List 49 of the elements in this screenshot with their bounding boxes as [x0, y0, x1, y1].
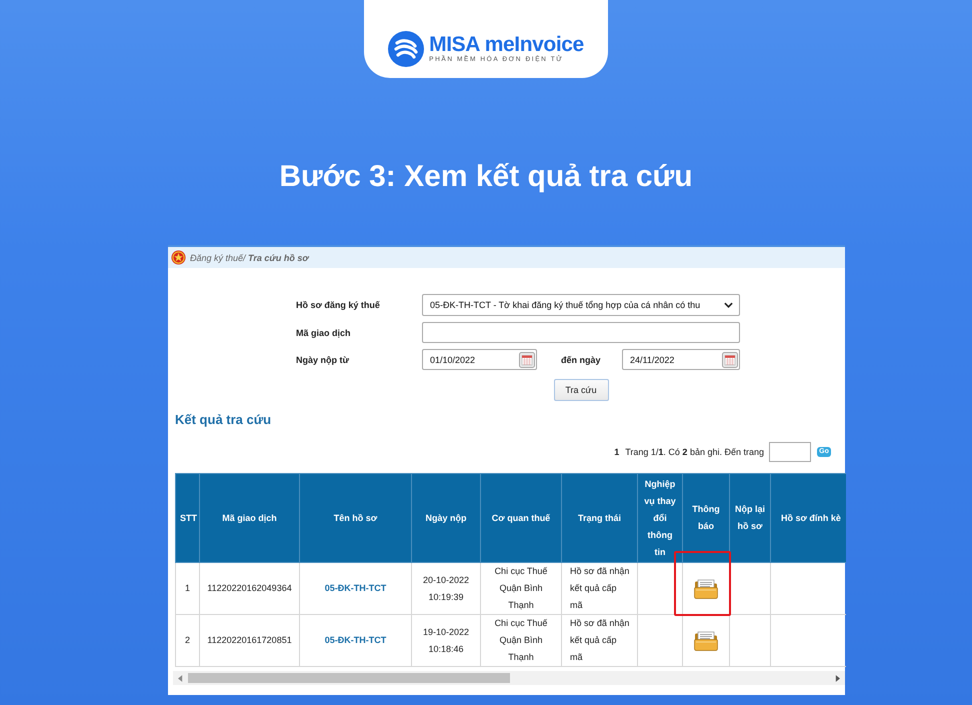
column-header: Hồ sơ đính kè	[770, 474, 846, 562]
column-header: Nghiệp vụ thay đổi thông tin	[638, 474, 682, 562]
chevron-down-icon	[724, 302, 733, 308]
table-cell: Chi cục Thuế Quận Bình Thạnh	[480, 614, 562, 666]
table-cell: Hồ sơ đã nhận kết quả cấp mã	[562, 562, 638, 614]
scrollbar-thumb[interactable]	[188, 673, 510, 683]
column-header: Mã giao dịch	[200, 474, 300, 562]
field-label: Mã giao dịch	[296, 328, 351, 338]
column-header: Trạng thái	[562, 474, 638, 562]
table-cell: 1	[176, 562, 200, 614]
form-name-link[interactable]: 05-ĐK-TH-TCT	[324, 635, 386, 645]
folder-document-icon[interactable]	[694, 630, 718, 650]
table-cell: Hồ sơ đã nhận kết quả cấp mã	[562, 614, 638, 666]
column-header: Thông báo	[682, 474, 730, 562]
scroll-left-icon[interactable]	[178, 674, 183, 682]
calendar-icon[interactable]	[722, 352, 738, 368]
table-cell: 11220220162049364	[200, 562, 300, 614]
form-name-link[interactable]: 05-ĐK-TH-TCT	[324, 583, 386, 593]
calendar-icon[interactable]	[519, 352, 535, 368]
emblem-icon	[171, 250, 186, 265]
field-label: Hồ sơ đăng ký thuế	[296, 300, 380, 310]
column-header: Nộp lại hồ sơ	[730, 474, 770, 562]
logo-icon	[388, 31, 424, 67]
column-header: Tên hồ sơ	[300, 474, 412, 562]
column-header: Ngày nộp	[412, 474, 480, 562]
table-cell: 20-10-2022 10:19:39	[412, 562, 480, 614]
search-button[interactable]: Tra cứu	[554, 379, 608, 401]
breadcrumb: Đăng ký thuế/ Tra cứu hồ sơ	[190, 252, 308, 262]
scroll-right-icon[interactable]	[835, 674, 840, 682]
column-header: STT	[176, 474, 200, 562]
table-cell: Chi cục Thuế Quận Bình Thạnh	[480, 562, 562, 614]
step-heading: Bước 3: Xem kết quả tra cứu	[279, 159, 693, 195]
date-field[interactable]: 01/10/2022	[422, 349, 537, 370]
column-header: Cơ quan thuế	[480, 474, 562, 562]
results-title: Kết quả tra cứu	[175, 412, 272, 428]
pager-summary: Trang 1/1. Có 2 bản ghi. Đến trang	[625, 447, 764, 457]
table-cell: 19-10-2022 10:18:46	[412, 614, 480, 666]
page-number: 1	[614, 447, 620, 457]
page-input-field[interactable]	[769, 442, 811, 462]
field-label: Ngày nộp từ	[296, 354, 350, 364]
table-cell: 11220220161720851	[200, 614, 300, 666]
input-field[interactable]	[422, 322, 740, 343]
horizontal-scrollbar[interactable]	[173, 671, 845, 685]
field-label: đến ngày	[561, 354, 601, 364]
table-cell: 2	[176, 614, 200, 666]
date-field[interactable]: 24/11/2022	[622, 349, 740, 370]
folder-document-icon[interactable]	[694, 578, 718, 598]
select-field[interactable]: 05-ĐK-TH-TCT - Tờ khai đăng ký thuế tổng hợp của cá nhân có thu	[422, 294, 740, 316]
brand-name: MISA meInvoice	[429, 34, 584, 56]
